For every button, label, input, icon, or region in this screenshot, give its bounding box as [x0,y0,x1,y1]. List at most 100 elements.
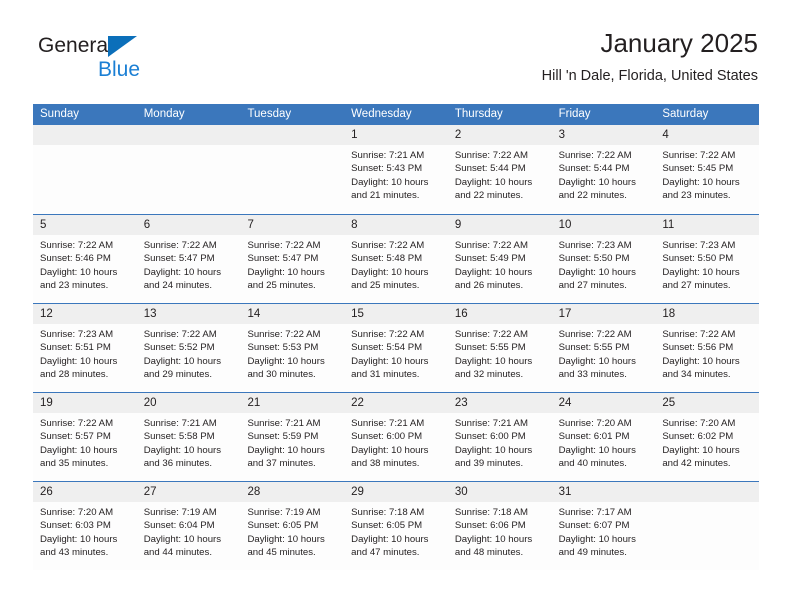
daylight-text-line2: and 42 minutes. [662,457,731,469]
weekday-header-friday: Friday [558,108,591,120]
day-number: 3 [558,129,565,141]
day-number: 24 [558,397,572,409]
day-number: 20 [143,397,157,409]
sunset-text: Sunset: 5:55 PM [454,342,526,354]
sunrise-text: Sunrise: 7:21 AM [351,418,425,429]
sunset-text: Sunset: 6:04 PM [143,520,215,532]
day-cell[interactable]: 14 Sunrise: 7:22 AM Sunset: 5:53 PM Dayl… [240,304,345,392]
sunset-text: Sunset: 5:55 PM [558,342,630,354]
day-cell[interactable] [240,125,345,214]
day-cell[interactable]: 21 Sunrise: 7:21 AM Sunset: 5:59 PM Dayl… [240,393,345,481]
sunset-text: Sunset: 6:00 PM [351,431,423,443]
day-cell[interactable]: 31 Sunrise: 7:17 AM Sunset: 6:07 PM Dayl… [551,482,656,570]
daylight-text-line1: Daylight: 10 hours [143,355,222,367]
sunrise-text: Sunrise: 7:20 AM [662,418,736,429]
sunrise-text: Sunrise: 7:19 AM [143,507,217,518]
daylight-text-line2: and 49 minutes. [558,546,627,558]
day-cell[interactable]: 5 Sunrise: 7:22 AM Sunset: 5:46 PM Dayli… [33,215,137,303]
daylight-text-line2: and 40 minutes. [558,457,627,469]
sunrise-text: Sunrise: 7:21 AM [247,418,321,429]
day-cell[interactable]: 25 Sunrise: 7:20 AM Sunset: 6:02 PM Dayl… [655,393,760,481]
sunset-text: Sunset: 6:07 PM [558,520,630,532]
day-cell[interactable]: 11 Sunrise: 7:23 AM Sunset: 5:50 PM Dayl… [655,215,760,303]
daylight-text-line2: and 27 minutes. [558,279,627,291]
day-cell[interactable]: 26 Sunrise: 7:20 AM Sunset: 6:03 PM Dayl… [33,482,137,570]
day-cell[interactable]: 12 Sunrise: 7:23 AM Sunset: 5:51 PM Dayl… [33,304,137,392]
weekday-header-sunday: Sunday [40,108,80,120]
daylight-text-line2: and 31 minutes. [351,368,420,380]
daylight-text-line1: Daylight: 10 hours [40,266,118,278]
sunset-text: Sunset: 5:44 PM [558,163,630,175]
sunrise-text: Sunrise: 7:22 AM [247,240,321,251]
day-cell[interactable]: 28 Sunrise: 7:19 AM Sunset: 6:05 PM Dayl… [240,482,345,570]
day-number: 29 [351,486,364,498]
sunset-text: Sunset: 5:56 PM [662,342,734,354]
sunset-text: Sunset: 5:51 PM [40,342,111,354]
day-cell[interactable]: 9 Sunrise: 7:22 AM Sunset: 5:49 PM Dayli… [447,215,552,303]
day-cell[interactable]: 30 Sunrise: 7:18 AM Sunset: 6:06 PM Dayl… [447,482,552,570]
sunset-text: Sunset: 5:47 PM [247,253,319,265]
day-cell[interactable] [33,125,137,214]
weekday-header-monday: Monday [143,108,185,120]
daylight-text-line2: and 47 minutes. [351,546,420,558]
weekday-header-wednesday: Wednesday [351,108,412,120]
day-cell[interactable]: 16 Sunrise: 7:22 AM Sunset: 5:55 PM Dayl… [447,304,552,392]
daylight-text-line1: Daylight: 10 hours [351,444,429,456]
sunrise-text: Sunrise: 7:22 AM [351,240,425,251]
week-row: 12 Sunrise: 7:23 AM Sunset: 5:51 PM Dayl… [33,303,760,392]
day-cell[interactable]: 6 Sunrise: 7:22 AM Sunset: 5:47 PM Dayli… [136,215,241,303]
daylight-text-line1: Daylight: 10 hours [247,266,325,278]
day-cell[interactable]: 27 Sunrise: 7:19 AM Sunset: 6:04 PM Dayl… [136,482,241,570]
day-number: 18 [662,308,676,320]
brand-name-general: General [38,34,113,57]
day-cell[interactable]: 2 Sunrise: 7:22 AM Sunset: 5:44 PM Dayli… [447,125,552,214]
day-number: 23 [454,397,468,409]
day-cell[interactable]: 22 Sunrise: 7:21 AM Sunset: 6:00 PM Dayl… [344,393,448,481]
daylight-text-line2: and 48 minutes. [454,546,524,558]
sunrise-text: Sunrise: 7:22 AM [351,329,425,340]
day-cell[interactable] [136,125,241,214]
sunset-text: Sunset: 6:00 PM [454,431,526,443]
day-cell[interactable]: 15 Sunrise: 7:22 AM Sunset: 5:54 PM Dayl… [344,304,448,392]
day-number: 8 [351,219,358,231]
brand-logo[interactable]: General Blue [38,34,218,90]
day-cell[interactable]: 13 Sunrise: 7:22 AM Sunset: 5:52 PM Dayl… [136,304,241,392]
calendar-grid: Sunday Monday Tuesday Wednesday Thursday… [33,104,760,570]
daylight-text-line2: and 44 minutes. [143,546,212,558]
sunrise-text: Sunrise: 7:23 AM [558,240,632,251]
day-cell[interactable]: 23 Sunrise: 7:21 AM Sunset: 6:00 PM Dayl… [447,393,552,481]
daylight-text-line2: and 28 minutes. [40,368,109,380]
day-number: 31 [558,486,572,498]
day-number: 1 [351,129,358,141]
day-cell[interactable]: 10 Sunrise: 7:23 AM Sunset: 5:50 PM Dayl… [551,215,656,303]
day-number: 13 [143,308,157,320]
day-cell[interactable]: 1 Sunrise: 7:21 AM Sunset: 5:43 PM Dayli… [344,125,448,214]
daylight-text-line1: Daylight: 10 hours [247,444,325,456]
day-cell[interactable]: 18 Sunrise: 7:22 AM Sunset: 5:56 PM Dayl… [655,304,760,392]
day-cell[interactable] [655,482,760,570]
brand-name-blue: Blue [98,58,141,81]
daylight-text-line2: and 38 minutes. [351,457,420,469]
day-cell[interactable]: 4 Sunrise: 7:22 AM Sunset: 5:45 PM Dayli… [655,125,760,214]
day-number: 27 [143,486,157,498]
sunrise-text: Sunrise: 7:22 AM [40,418,114,429]
day-number: 17 [558,308,572,320]
day-cell[interactable]: 8 Sunrise: 7:22 AM Sunset: 5:48 PM Dayli… [344,215,448,303]
daylight-text-line2: and 33 minutes. [558,368,627,380]
day-cell[interactable]: 24 Sunrise: 7:20 AM Sunset: 6:01 PM Dayl… [551,393,656,481]
sunrise-text: Sunrise: 7:22 AM [40,240,114,251]
day-cell[interactable]: 3 Sunrise: 7:22 AM Sunset: 5:44 PM Dayli… [551,125,656,214]
week-row: 26 Sunrise: 7:20 AM Sunset: 6:03 PM Dayl… [33,481,760,570]
day-cell[interactable]: 20 Sunrise: 7:21 AM Sunset: 5:58 PM Dayl… [136,393,241,481]
daylight-text-line1: Daylight: 10 hours [558,355,636,367]
daylight-text-line2: and 30 minutes. [247,368,316,380]
day-cell[interactable]: 19 Sunrise: 7:22 AM Sunset: 5:57 PM Dayl… [33,393,137,481]
day-number: 30 [454,486,468,498]
day-cell[interactable]: 17 Sunrise: 7:22 AM Sunset: 5:55 PM Dayl… [551,304,656,392]
day-number: 9 [454,219,462,231]
day-cell[interactable]: 29 Sunrise: 7:18 AM Sunset: 6:05 PM Dayl… [344,482,448,570]
sunrise-text: Sunrise: 7:21 AM [351,150,425,161]
sunset-text: Sunset: 6:02 PM [662,431,734,443]
day-number: 10 [558,219,572,231]
day-cell[interactable]: 7 Sunrise: 7:22 AM Sunset: 5:47 PM Dayli… [240,215,345,303]
